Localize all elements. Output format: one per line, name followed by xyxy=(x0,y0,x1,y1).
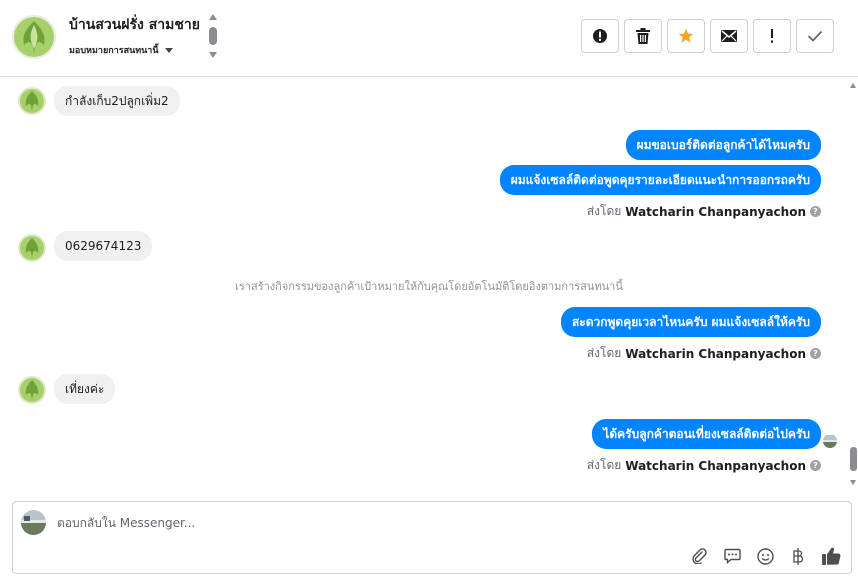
conversation-header: บ้านสวนฝรั่ง สามชาย มอบหมายการสนทนานี้ xyxy=(0,0,858,77)
mark-done-button[interactable] xyxy=(796,19,834,53)
outgoing-message[interactable]: สะดวกพูดคุยเวลาไหนครับ ผมแจ้งเซลล์ให้ครั… xyxy=(560,307,821,337)
envelope-icon xyxy=(721,30,737,42)
page-avatar xyxy=(21,510,46,535)
sent-by-prefix: ส่งโดย xyxy=(586,458,622,472)
sent-by-prefix: ส่งโดย xyxy=(586,346,622,360)
incoming-message[interactable]: เที่ยงค่ะ xyxy=(54,374,116,404)
reply-composer xyxy=(12,501,852,574)
help-icon[interactable]: ? xyxy=(810,206,821,217)
incoming-message[interactable]: 0629674123 xyxy=(54,231,153,261)
follow-up-button[interactable] xyxy=(753,19,791,53)
composer-toolbar xyxy=(689,546,841,566)
delete-button[interactable] xyxy=(624,19,662,53)
sender-name[interactable]: Watcharin Chanpanyachon xyxy=(625,205,806,219)
sender-name[interactable]: Watcharin Chanpanyachon xyxy=(625,459,806,473)
sent-by-line: ส่งโดย Watcharin Chanpanyachon ? xyxy=(587,344,821,363)
thumbs-up-icon xyxy=(821,547,840,565)
attach-button[interactable] xyxy=(689,546,709,566)
scroll-thumb[interactable] xyxy=(209,27,217,45)
scroll-down-icon[interactable] xyxy=(209,52,217,58)
scroll-up-icon[interactable] xyxy=(209,14,217,20)
message-scrollbar[interactable] xyxy=(849,78,858,496)
caret-down-icon xyxy=(164,47,173,53)
sent-by-prefix: ส่งโดย xyxy=(586,204,622,218)
outgoing-message[interactable]: ได้ครับลูกค้าตอนเที่ยงเซลล์ติดต่อไปครับ xyxy=(592,419,821,449)
seen-avatar xyxy=(823,434,837,448)
like-button[interactable] xyxy=(821,546,841,566)
mark-spam-button[interactable] xyxy=(581,19,619,53)
exclamation-icon xyxy=(771,29,773,43)
contact-name[interactable]: บ้านสวนฝรั่ง สามชาย xyxy=(69,14,200,36)
outgoing-message[interactable]: ผมขอเบอร์ติดต่อลูกค้าได้ไหมครับ xyxy=(625,130,821,160)
exclamation-circle-icon xyxy=(593,29,607,43)
star-icon xyxy=(678,28,694,43)
saved-replies-button[interactable] xyxy=(722,546,742,566)
assign-label: มอบหมายการสนทนานี้ xyxy=(69,46,159,56)
contact-avatar[interactable] xyxy=(12,15,56,59)
sent-by-line: ส่งโดย Watcharin Chanpanyachon ? xyxy=(587,202,821,221)
mark-unread-button[interactable] xyxy=(710,19,748,53)
header-scrollbar[interactable] xyxy=(208,14,218,60)
check-icon xyxy=(807,30,823,42)
sent-by-line: ส่งโดย Watcharin Chanpanyachon ? xyxy=(587,456,821,475)
reply-input[interactable] xyxy=(57,512,697,534)
message-thread[interactable]: กำลังเก็บ2ปลูกเพิ่ม2 ผมขอเบอร์ติดต่อลูกค… xyxy=(0,78,858,496)
scroll-up-icon[interactable] xyxy=(850,83,856,88)
contact-avatar-small xyxy=(18,376,46,404)
help-icon[interactable]: ? xyxy=(810,460,821,471)
scroll-thumb[interactable] xyxy=(850,447,857,471)
payment-button[interactable] xyxy=(788,546,808,566)
contact-avatar-small xyxy=(18,234,46,262)
conversation-actions xyxy=(581,19,834,53)
star-button[interactable] xyxy=(667,19,705,53)
emoji-button[interactable] xyxy=(755,546,775,566)
baht-icon xyxy=(793,547,804,565)
help-icon[interactable]: ? xyxy=(810,348,821,359)
incoming-message[interactable]: กำลังเก็บ2ปลูกเพิ่ม2 xyxy=(54,86,180,116)
assign-conversation-dropdown[interactable]: มอบหมายการสนทนานี้ xyxy=(69,43,173,57)
outgoing-message[interactable]: ผมแจ้งเซลล์ติดต่อพูดคุยรายละเอียดแนะนำกา… xyxy=(499,165,821,195)
sender-name[interactable]: Watcharin Chanpanyachon xyxy=(625,347,806,361)
chat-bubble-icon xyxy=(723,548,741,564)
system-note: เราสร้างกิจกรรมของลูกค้าเป้าหมายให้กับคุ… xyxy=(235,280,623,293)
scroll-down-icon[interactable] xyxy=(850,480,856,485)
trash-icon xyxy=(636,28,650,44)
paperclip-icon xyxy=(692,548,707,564)
smiley-icon xyxy=(756,547,774,565)
contact-avatar-small xyxy=(18,87,46,115)
